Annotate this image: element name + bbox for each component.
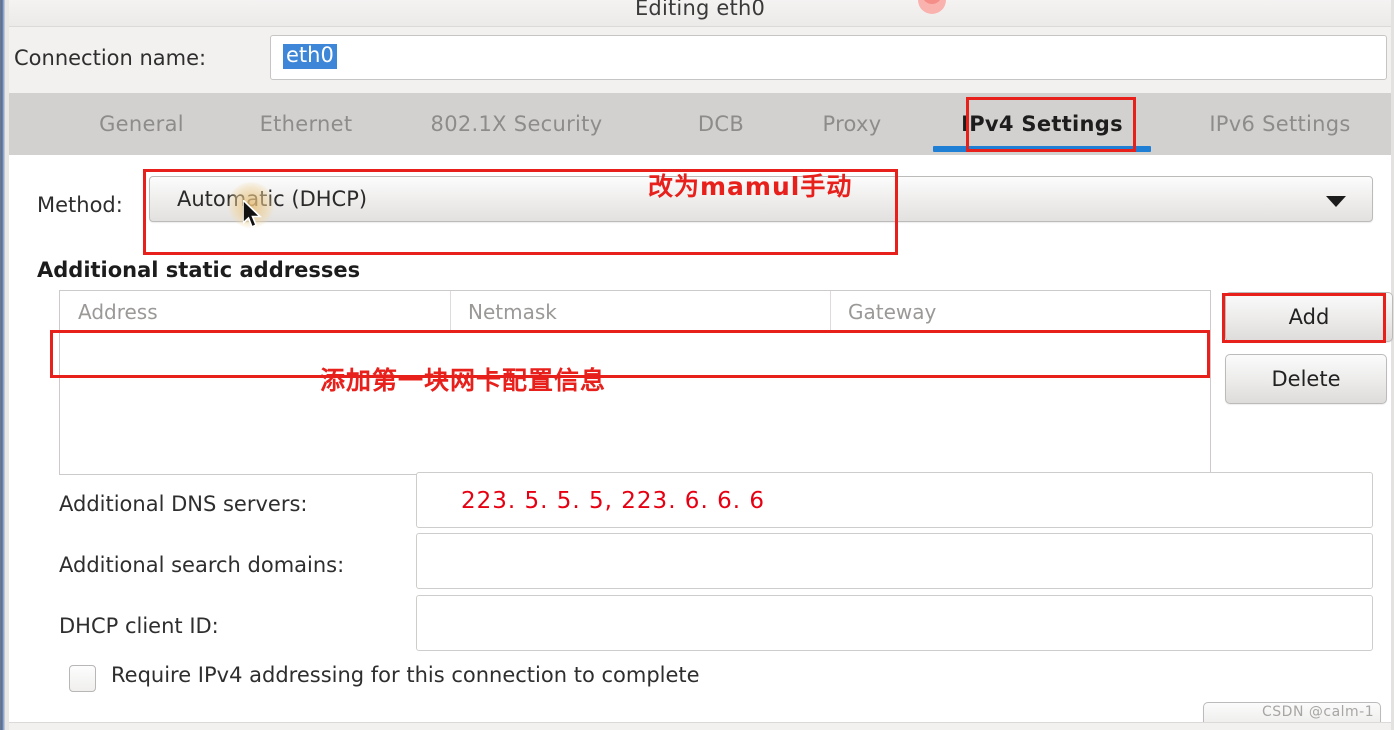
connection-name-label: Connection name:	[14, 46, 207, 70]
connection-name-row: Connection name: eth0	[9, 27, 1391, 92]
tab-general[interactable]: General	[54, 93, 229, 155]
title-bar: Editing eth0	[9, 0, 1391, 27]
tab-proxy[interactable]: Proxy	[790, 93, 914, 155]
delete-button[interactable]: Delete	[1225, 354, 1387, 404]
annotation-text-address-row: 添加第一块网卡配置信息	[320, 366, 607, 395]
tab-ethernet[interactable]: Ethernet	[222, 93, 390, 155]
require-ipv4-checkbox[interactable]	[69, 665, 96, 692]
connection-name-value: eth0	[283, 44, 337, 69]
static-addresses-title: Additional static addresses	[37, 258, 361, 282]
window-bottom-strip	[9, 722, 1391, 730]
tab-label: IPv6 Settings	[1209, 112, 1351, 136]
tab-label: 802.1X Security	[430, 112, 603, 136]
tab-bar: General Ethernet 802.1X Security DCB Proxy IP…	[9, 93, 1391, 156]
method-label: Method:	[37, 193, 123, 217]
tab-label: IPv4 Settings	[961, 112, 1123, 136]
table-column-divider	[450, 291, 451, 330]
dns-servers-label: Additional DNS servers:	[59, 492, 308, 516]
table-column-gateway: Gateway	[848, 300, 937, 324]
dhcp-client-id-label: DHCP client ID:	[59, 614, 219, 638]
window-title: Editing eth0	[634, 0, 766, 20]
chevron-down-icon	[1326, 196, 1346, 207]
tab-label: Proxy	[822, 112, 882, 136]
dns-servers-value: 223. 5. 5. 5, 223. 6. 6. 6	[461, 488, 765, 514]
table-header-row: Address Netmask Gateway	[60, 291, 1210, 331]
dhcp-client-id-input[interactable]	[416, 595, 1373, 651]
add-button-label: Add	[1288, 305, 1330, 329]
table-column-address: Address	[78, 300, 158, 324]
connection-name-input[interactable]: eth0	[270, 35, 1387, 80]
tab-label: DCB	[697, 112, 745, 136]
tab-ipv6-settings[interactable]: IPv6 Settings	[1171, 93, 1389, 155]
watermark: CSDN @calm-1	[1262, 704, 1375, 720]
tab-ipv4-settings[interactable]: IPv4 Settings	[929, 93, 1155, 155]
delete-button-label: Delete	[1271, 367, 1341, 391]
mouse-cursor-icon	[243, 200, 262, 229]
annotation-text-method: 改为mamul手动	[648, 172, 853, 201]
tab-dcb[interactable]: DCB	[671, 93, 771, 155]
add-button[interactable]: Add	[1225, 292, 1393, 342]
require-ipv4-label: Require IPv4 addressing for this connect…	[111, 663, 700, 687]
tab-label: General	[99, 112, 184, 136]
editing-connection-window: Editing eth0 Connection name: eth0 Gener…	[0, 0, 1394, 730]
search-domains-input[interactable]	[416, 533, 1373, 589]
ipv4-settings-panel: Method: Automatic (DHCP) Additional stat…	[9, 155, 1393, 730]
table-column-netmask: Netmask	[468, 300, 557, 324]
tab-802-1x-security[interactable]: 802.1X Security	[394, 93, 639, 155]
static-addresses-table[interactable]: Address Netmask Gateway	[59, 290, 1211, 475]
table-column-divider	[830, 291, 831, 330]
tab-label: Ethernet	[259, 112, 353, 136]
search-domains-label: Additional search domains:	[59, 553, 345, 577]
